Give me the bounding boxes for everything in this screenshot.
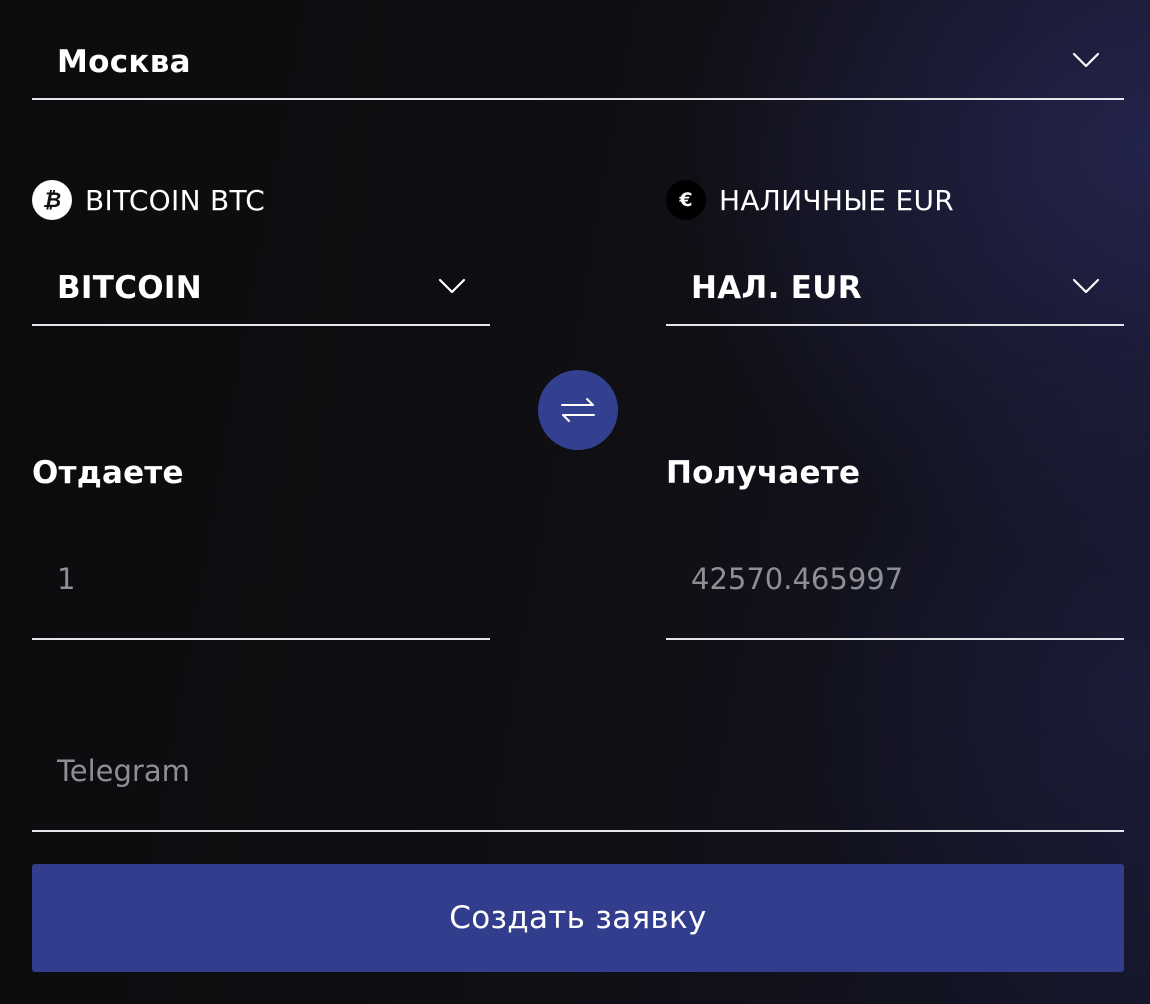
receive-currency-select-value: НАЛ. EUR	[691, 270, 862, 306]
euro-icon: €	[666, 180, 706, 220]
svg-text:₿: ₿	[43, 188, 61, 212]
chevron-down-icon	[1072, 52, 1100, 68]
give-title: Отдаете	[32, 455, 184, 491]
give-amount-input[interactable]	[32, 520, 490, 640]
give-currency-select[interactable]: BITCOIN	[32, 252, 490, 326]
bitcoin-icon: ₿	[32, 180, 72, 220]
euro-symbol: €	[679, 189, 693, 211]
give-currency-label: ₿ BITCOIN BTC	[32, 180, 265, 220]
receive-amount-input[interactable]	[666, 520, 1124, 640]
receive-currency-name: НАЛИЧНЫЕ EUR	[719, 183, 954, 217]
receive-currency-select[interactable]: НАЛ. EUR	[666, 252, 1124, 326]
chevron-down-icon	[1072, 278, 1100, 294]
receive-currency-label: € НАЛИЧНЫЕ EUR	[666, 180, 954, 220]
give-currency-select-value: BITCOIN	[57, 270, 202, 306]
city-select[interactable]: Москва	[32, 26, 1124, 100]
telegram-input[interactable]	[32, 712, 1124, 832]
receive-title: Получаете	[666, 455, 861, 491]
city-select-value: Москва	[57, 44, 191, 80]
give-currency-name: BITCOIN BTC	[85, 183, 266, 217]
chevron-down-icon	[438, 278, 466, 294]
swap-button[interactable]	[538, 370, 618, 450]
create-request-button[interactable]: Создать заявку	[32, 864, 1124, 972]
swap-arrows-icon	[561, 398, 595, 422]
